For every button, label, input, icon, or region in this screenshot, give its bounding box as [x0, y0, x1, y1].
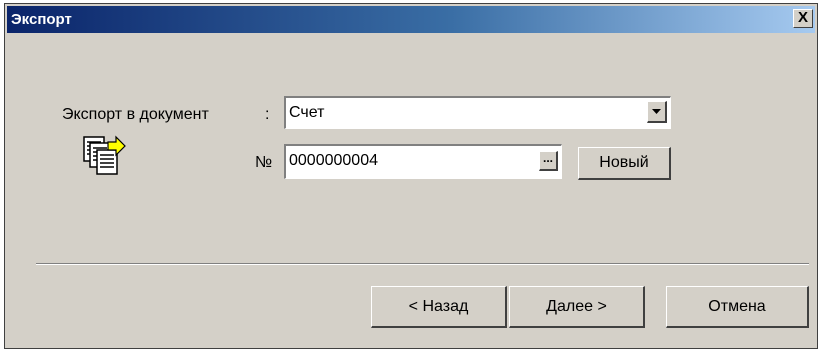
document-type-dropdown-button[interactable] — [647, 101, 667, 123]
window-title: Экспорт — [11, 11, 72, 28]
number-label: № — [255, 154, 273, 171]
document-export-icon — [83, 135, 126, 175]
chevron-down-icon — [652, 109, 661, 114]
close-button[interactable]: X — [793, 9, 813, 28]
new-button[interactable]: Новый — [578, 147, 671, 180]
number-select-button[interactable]: ... — [539, 151, 558, 171]
export-document-label: Экспорт в документ — [62, 106, 209, 123]
next-button[interactable]: Далее > — [509, 286, 645, 328]
cancel-button[interactable]: Отмена — [666, 286, 809, 328]
document-number-value: 0000000004 — [289, 152, 378, 169]
ellipsis-icon: ... — [542, 151, 553, 165]
export-dialog: Экспорт X Экспорт в документ : Счет № 00… — [4, 3, 818, 349]
separator — [36, 263, 809, 265]
back-button[interactable]: < Назад — [371, 286, 507, 328]
title-bar[interactable]: Экспорт X — [7, 6, 815, 33]
document-type-select[interactable]: Счет — [284, 96, 671, 129]
close-icon: X — [797, 9, 808, 26]
export-document-colon: : — [265, 106, 270, 123]
document-type-value: Счет — [289, 104, 325, 121]
document-number-field[interactable]: 0000000004 ... — [284, 144, 562, 179]
